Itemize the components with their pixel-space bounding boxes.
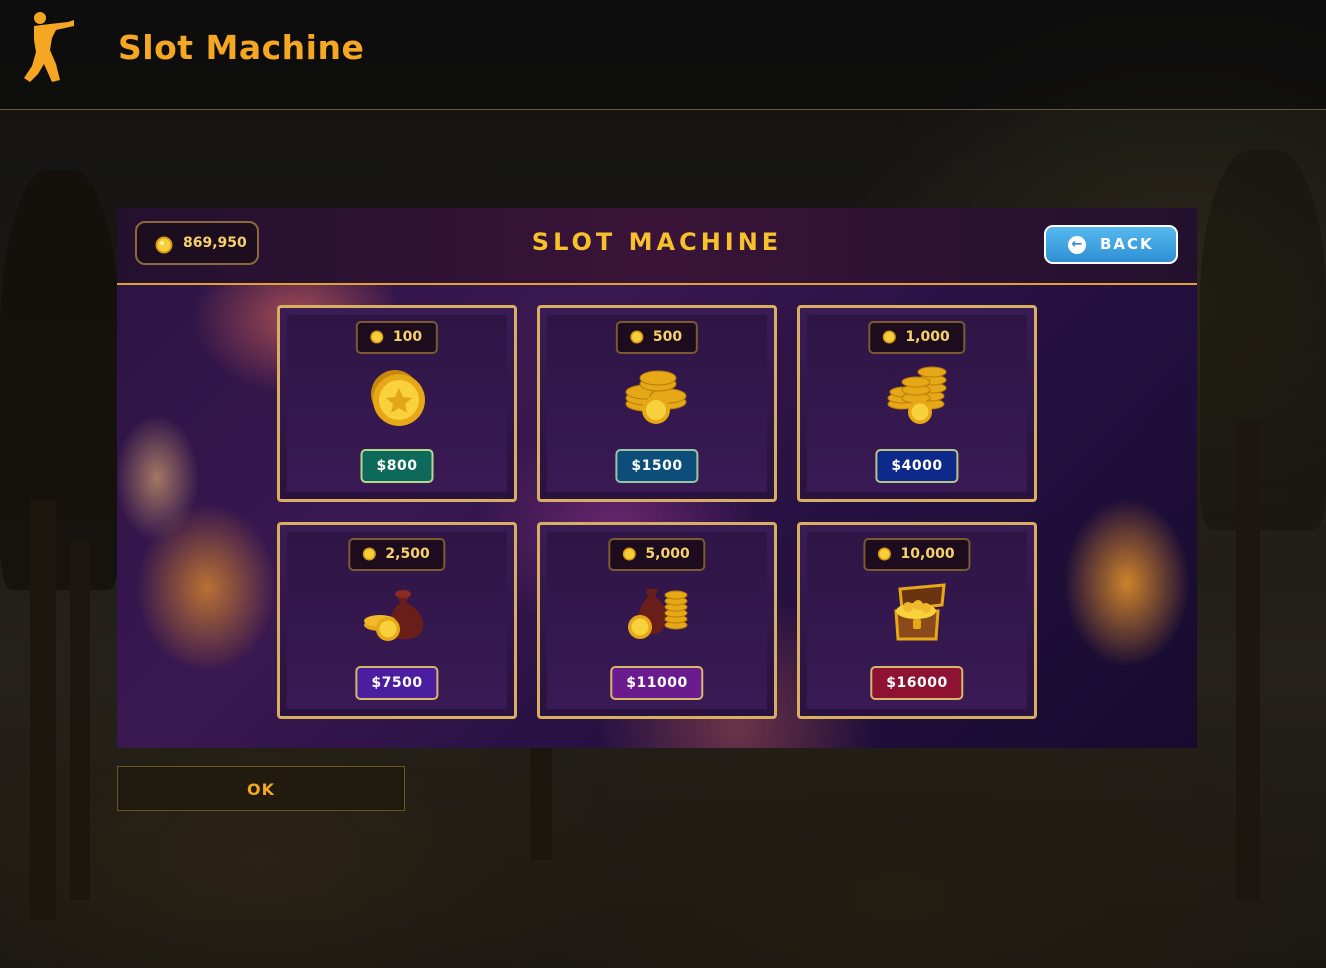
counter-terrorist-logo-icon bbox=[24, 12, 74, 82]
top-bar: Slot Machine bbox=[0, 0, 1326, 110]
package-card-5000[interactable]: 5,000 $11000 bbox=[537, 522, 777, 719]
package-card-1000[interactable]: 1,000 $4000 bbox=[797, 305, 1037, 502]
price-button[interactable]: $7500 bbox=[355, 666, 439, 700]
coin-icon bbox=[622, 547, 636, 560]
price-button[interactable]: $16000 bbox=[870, 666, 964, 700]
coin-icon bbox=[630, 330, 644, 343]
price-button[interactable]: $800 bbox=[360, 449, 434, 483]
package-amount: 10,000 bbox=[863, 538, 971, 571]
package-amount: 1,000 bbox=[868, 321, 966, 354]
package-amount: 100 bbox=[355, 321, 439, 354]
coin-icon bbox=[882, 330, 896, 343]
coin-stack-icon bbox=[625, 370, 687, 424]
package-card-100[interactable]: 100 $800 bbox=[277, 305, 517, 502]
package-card-2500[interactable]: 2,500 $7500 bbox=[277, 522, 517, 719]
app-title: Slot Machine bbox=[118, 28, 365, 67]
ok-button[interactable]: OK bbox=[117, 766, 405, 811]
arrow-left-icon: ← bbox=[1068, 236, 1086, 254]
slot-machine-panel: 869,950 SLOT MACHINE ← BACK 100 $800 500 bbox=[117, 208, 1197, 748]
package-amount: 5,000 bbox=[608, 538, 706, 571]
package-amount: 2,500 bbox=[348, 538, 446, 571]
package-card-500[interactable]: 500 $1500 bbox=[537, 305, 777, 502]
ok-button-label: OK bbox=[247, 780, 275, 799]
back-button-label: BACK bbox=[1100, 235, 1154, 253]
coin-icon bbox=[362, 547, 376, 560]
treasure-chest-icon bbox=[894, 583, 946, 641]
price-button[interactable]: $4000 bbox=[875, 449, 959, 483]
panel-title: SLOT MACHINE bbox=[531, 228, 783, 256]
coin-icon bbox=[370, 330, 384, 343]
coin-icon bbox=[877, 547, 891, 560]
package-amount: 500 bbox=[615, 321, 699, 354]
panel-header: 869,950 SLOT MACHINE ← BACK bbox=[117, 208, 1197, 285]
package-card-10000[interactable]: 10,000 $16000 bbox=[797, 522, 1037, 719]
price-button[interactable]: $1500 bbox=[615, 449, 699, 483]
coin-bag-stack-icon bbox=[628, 589, 688, 639]
single-coin-icon bbox=[371, 370, 425, 426]
back-button[interactable]: ← BACK bbox=[1044, 225, 1178, 264]
coin-bag-icon bbox=[364, 590, 424, 641]
coin-pile-icon bbox=[887, 366, 947, 424]
price-button[interactable]: $11000 bbox=[610, 666, 704, 700]
